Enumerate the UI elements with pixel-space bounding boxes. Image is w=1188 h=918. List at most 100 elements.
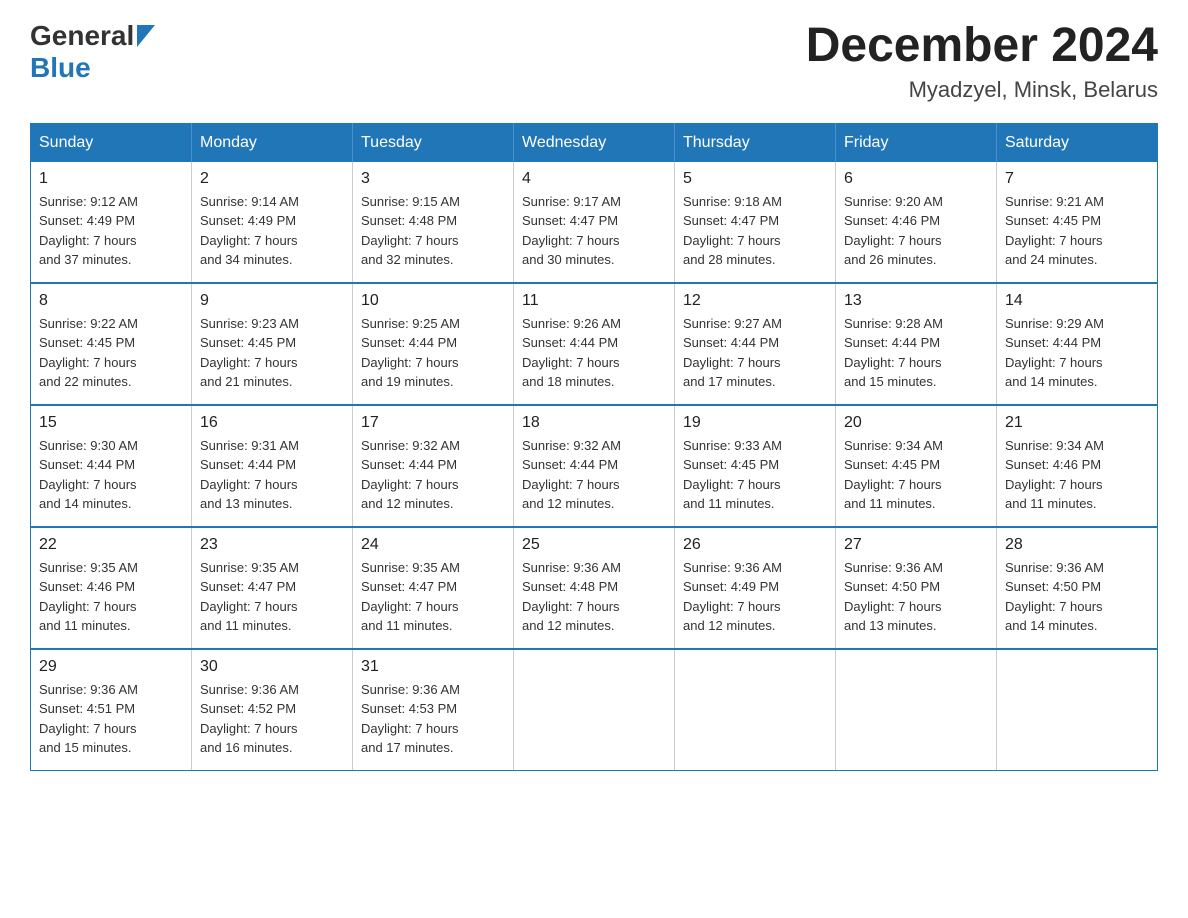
calendar-cell: 1 Sunrise: 9:12 AM Sunset: 4:49 PM Dayli…: [31, 162, 192, 283]
day-info: Sunrise: 9:36 AM Sunset: 4:52 PM Dayligh…: [200, 680, 344, 758]
calendar-cell: 15 Sunrise: 9:30 AM Sunset: 4:44 PM Dayl…: [31, 405, 192, 527]
calendar-cell: 28 Sunrise: 9:36 AM Sunset: 4:50 PM Dayl…: [997, 527, 1158, 649]
day-number: 30: [200, 658, 344, 676]
day-info: Sunrise: 9:30 AM Sunset: 4:44 PM Dayligh…: [39, 436, 183, 514]
calendar-week-row: 8 Sunrise: 9:22 AM Sunset: 4:45 PM Dayli…: [31, 283, 1158, 405]
calendar-header-row: SundayMondayTuesdayWednesdayThursdayFrid…: [31, 123, 1158, 162]
calendar-cell: 26 Sunrise: 9:36 AM Sunset: 4:49 PM Dayl…: [675, 527, 836, 649]
title-area: December 2024 Myadzyel, Minsk, Belarus: [806, 20, 1158, 103]
calendar-cell: 24 Sunrise: 9:35 AM Sunset: 4:47 PM Dayl…: [353, 527, 514, 649]
day-info: Sunrise: 9:36 AM Sunset: 4:50 PM Dayligh…: [1005, 558, 1149, 636]
calendar-cell: 10 Sunrise: 9:25 AM Sunset: 4:44 PM Dayl…: [353, 283, 514, 405]
day-info: Sunrise: 9:32 AM Sunset: 4:44 PM Dayligh…: [361, 436, 505, 514]
day-info: Sunrise: 9:35 AM Sunset: 4:47 PM Dayligh…: [200, 558, 344, 636]
day-info: Sunrise: 9:36 AM Sunset: 4:50 PM Dayligh…: [844, 558, 988, 636]
logo: General Blue: [30, 20, 155, 84]
day-info: Sunrise: 9:21 AM Sunset: 4:45 PM Dayligh…: [1005, 192, 1149, 270]
calendar-cell: [514, 649, 675, 771]
day-info: Sunrise: 9:18 AM Sunset: 4:47 PM Dayligh…: [683, 192, 827, 270]
day-number: 10: [361, 292, 505, 310]
day-info: Sunrise: 9:15 AM Sunset: 4:48 PM Dayligh…: [361, 192, 505, 270]
col-header-monday: Monday: [192, 123, 353, 162]
page-header: General Blue December 2024 Myadzyel, Min…: [30, 20, 1158, 103]
day-info: Sunrise: 9:36 AM Sunset: 4:51 PM Dayligh…: [39, 680, 183, 758]
day-info: Sunrise: 9:31 AM Sunset: 4:44 PM Dayligh…: [200, 436, 344, 514]
logo-blue-text: Blue: [30, 52, 91, 84]
logo-general-text: General: [30, 20, 134, 52]
day-number: 12: [683, 292, 827, 310]
day-info: Sunrise: 9:36 AM Sunset: 4:53 PM Dayligh…: [361, 680, 505, 758]
day-number: 11: [522, 292, 666, 310]
day-info: Sunrise: 9:34 AM Sunset: 4:46 PM Dayligh…: [1005, 436, 1149, 514]
calendar-week-row: 22 Sunrise: 9:35 AM Sunset: 4:46 PM Dayl…: [31, 527, 1158, 649]
col-header-tuesday: Tuesday: [353, 123, 514, 162]
calendar-cell: 22 Sunrise: 9:35 AM Sunset: 4:46 PM Dayl…: [31, 527, 192, 649]
day-info: Sunrise: 9:20 AM Sunset: 4:46 PM Dayligh…: [844, 192, 988, 270]
calendar-cell: 31 Sunrise: 9:36 AM Sunset: 4:53 PM Dayl…: [353, 649, 514, 771]
day-number: 22: [39, 536, 183, 554]
col-header-sunday: Sunday: [31, 123, 192, 162]
day-number: 8: [39, 292, 183, 310]
calendar-cell: 17 Sunrise: 9:32 AM Sunset: 4:44 PM Dayl…: [353, 405, 514, 527]
col-header-thursday: Thursday: [675, 123, 836, 162]
calendar-cell: 21 Sunrise: 9:34 AM Sunset: 4:46 PM Dayl…: [997, 405, 1158, 527]
calendar-cell: 5 Sunrise: 9:18 AM Sunset: 4:47 PM Dayli…: [675, 162, 836, 283]
calendar-cell: 14 Sunrise: 9:29 AM Sunset: 4:44 PM Dayl…: [997, 283, 1158, 405]
calendar-cell: 30 Sunrise: 9:36 AM Sunset: 4:52 PM Dayl…: [192, 649, 353, 771]
calendar-cell: 16 Sunrise: 9:31 AM Sunset: 4:44 PM Dayl…: [192, 405, 353, 527]
calendar-week-row: 29 Sunrise: 9:36 AM Sunset: 4:51 PM Dayl…: [31, 649, 1158, 771]
day-number: 4: [522, 170, 666, 188]
day-number: 13: [844, 292, 988, 310]
day-info: Sunrise: 9:22 AM Sunset: 4:45 PM Dayligh…: [39, 314, 183, 392]
calendar-cell: 25 Sunrise: 9:36 AM Sunset: 4:48 PM Dayl…: [514, 527, 675, 649]
calendar-week-row: 1 Sunrise: 9:12 AM Sunset: 4:49 PM Dayli…: [31, 162, 1158, 283]
calendar-table: SundayMondayTuesdayWednesdayThursdayFrid…: [30, 123, 1158, 771]
day-number: 5: [683, 170, 827, 188]
day-number: 24: [361, 536, 505, 554]
day-info: Sunrise: 9:32 AM Sunset: 4:44 PM Dayligh…: [522, 436, 666, 514]
calendar-cell: [836, 649, 997, 771]
calendar-cell: 2 Sunrise: 9:14 AM Sunset: 4:49 PM Dayli…: [192, 162, 353, 283]
day-info: Sunrise: 9:25 AM Sunset: 4:44 PM Dayligh…: [361, 314, 505, 392]
day-info: Sunrise: 9:17 AM Sunset: 4:47 PM Dayligh…: [522, 192, 666, 270]
calendar-cell: 13 Sunrise: 9:28 AM Sunset: 4:44 PM Dayl…: [836, 283, 997, 405]
calendar-cell: 27 Sunrise: 9:36 AM Sunset: 4:50 PM Dayl…: [836, 527, 997, 649]
day-info: Sunrise: 9:36 AM Sunset: 4:48 PM Dayligh…: [522, 558, 666, 636]
calendar-cell: 29 Sunrise: 9:36 AM Sunset: 4:51 PM Dayl…: [31, 649, 192, 771]
calendar-cell: 9 Sunrise: 9:23 AM Sunset: 4:45 PM Dayli…: [192, 283, 353, 405]
calendar-cell: 23 Sunrise: 9:35 AM Sunset: 4:47 PM Dayl…: [192, 527, 353, 649]
day-number: 15: [39, 414, 183, 432]
calendar-cell: 18 Sunrise: 9:32 AM Sunset: 4:44 PM Dayl…: [514, 405, 675, 527]
day-info: Sunrise: 9:26 AM Sunset: 4:44 PM Dayligh…: [522, 314, 666, 392]
calendar-cell: [997, 649, 1158, 771]
day-number: 25: [522, 536, 666, 554]
day-info: Sunrise: 9:35 AM Sunset: 4:47 PM Dayligh…: [361, 558, 505, 636]
day-number: 31: [361, 658, 505, 676]
location-subtitle: Myadzyel, Minsk, Belarus: [806, 77, 1158, 103]
day-number: 19: [683, 414, 827, 432]
day-number: 6: [844, 170, 988, 188]
day-info: Sunrise: 9:27 AM Sunset: 4:44 PM Dayligh…: [683, 314, 827, 392]
day-number: 20: [844, 414, 988, 432]
day-number: 23: [200, 536, 344, 554]
calendar-cell: 3 Sunrise: 9:15 AM Sunset: 4:48 PM Dayli…: [353, 162, 514, 283]
calendar-cell: 20 Sunrise: 9:34 AM Sunset: 4:45 PM Dayl…: [836, 405, 997, 527]
col-header-saturday: Saturday: [997, 123, 1158, 162]
calendar-cell: 8 Sunrise: 9:22 AM Sunset: 4:45 PM Dayli…: [31, 283, 192, 405]
day-number: 14: [1005, 292, 1149, 310]
day-info: Sunrise: 9:34 AM Sunset: 4:45 PM Dayligh…: [844, 436, 988, 514]
day-number: 7: [1005, 170, 1149, 188]
day-info: Sunrise: 9:29 AM Sunset: 4:44 PM Dayligh…: [1005, 314, 1149, 392]
day-info: Sunrise: 9:28 AM Sunset: 4:44 PM Dayligh…: [844, 314, 988, 392]
day-number: 16: [200, 414, 344, 432]
day-number: 21: [1005, 414, 1149, 432]
day-info: Sunrise: 9:12 AM Sunset: 4:49 PM Dayligh…: [39, 192, 183, 270]
month-year-title: December 2024: [806, 20, 1158, 73]
calendar-week-row: 15 Sunrise: 9:30 AM Sunset: 4:44 PM Dayl…: [31, 405, 1158, 527]
day-info: Sunrise: 9:23 AM Sunset: 4:45 PM Dayligh…: [200, 314, 344, 392]
day-number: 18: [522, 414, 666, 432]
day-number: 17: [361, 414, 505, 432]
day-number: 29: [39, 658, 183, 676]
day-number: 2: [200, 170, 344, 188]
day-info: Sunrise: 9:14 AM Sunset: 4:49 PM Dayligh…: [200, 192, 344, 270]
